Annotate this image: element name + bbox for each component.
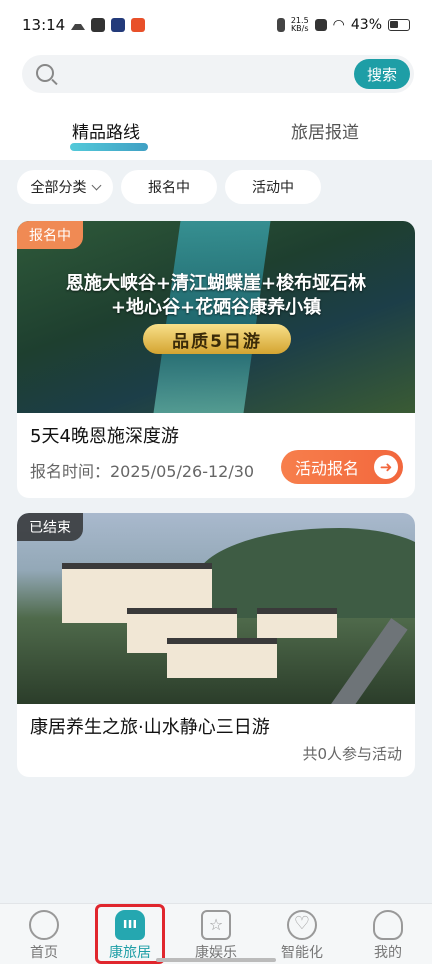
battery-icon bbox=[388, 19, 410, 31]
vibrate-icon bbox=[276, 18, 285, 32]
arrow-right-icon: ➜ bbox=[374, 455, 398, 479]
banner-route-line: +地心谷+花硒谷康养小镇 bbox=[110, 297, 322, 318]
activity-title: 康居养生之旅·山水静心三日游 bbox=[30, 717, 270, 738]
nav-home[interactable]: 首页 bbox=[8, 906, 80, 964]
nav-smart[interactable]: 智能化 bbox=[266, 906, 338, 964]
suitcase-icon bbox=[115, 910, 145, 940]
filter-registering[interactable]: 报名中 bbox=[121, 170, 217, 204]
search-icon bbox=[36, 64, 54, 82]
activity-banner-image bbox=[17, 513, 415, 704]
banner-route-line: 恩施大峡谷+清江蝴蝶崖+梭布垭石林 bbox=[65, 273, 367, 294]
activity-card[interactable]: 已结束 康居养生之旅·山水静心三日游 共0人参与活动 bbox=[17, 513, 415, 777]
heart-icon bbox=[287, 910, 317, 940]
filter-in-progress[interactable]: 活动中 bbox=[225, 170, 321, 204]
status-bar: 13:14 21.5 KB/s ◠ 43% bbox=[0, 0, 432, 50]
search-bar[interactable]: 搜索 bbox=[22, 55, 414, 93]
tab-underline bbox=[70, 143, 148, 151]
search-button[interactable]: 搜索 bbox=[354, 59, 410, 89]
tab-premium-routes[interactable]: 精品路线 bbox=[70, 118, 148, 151]
tab-travel-reports[interactable]: 旅居报道 bbox=[291, 118, 359, 143]
activity-title: 5天4晚恩施深度游 bbox=[30, 426, 179, 447]
nav-kanglvju[interactable]: 康旅居 bbox=[94, 906, 166, 964]
filter-all-categories[interactable]: 全部分类 bbox=[17, 170, 113, 204]
home-indicator bbox=[156, 958, 276, 962]
star-icon bbox=[201, 910, 231, 940]
home-icon bbox=[29, 910, 59, 940]
status-time: 13:14 bbox=[22, 16, 66, 34]
status-badge: 已结束 bbox=[17, 513, 83, 541]
activity-card[interactable]: 恩施大峡谷+清江蝴蝶崖+梭布垭石林 +地心谷+花硒谷康养小镇 品质5日游 报名中… bbox=[17, 221, 415, 498]
battery-percent: 43% bbox=[350, 17, 382, 33]
participant-count: 共0人参与活动 bbox=[302, 745, 402, 763]
nav-me[interactable]: 我的 bbox=[352, 906, 424, 964]
nav-kangyule[interactable]: 康娱乐 bbox=[180, 906, 252, 964]
chevron-down-icon bbox=[91, 180, 101, 190]
bottom-nav: 首页 康旅居 康娱乐 智能化 我的 bbox=[0, 903, 432, 964]
tab-bar: 精品路线 旅居报道 bbox=[0, 112, 432, 156]
activity-signup-button[interactable]: 活动报名 ➜ bbox=[281, 450, 403, 484]
user-icon bbox=[373, 910, 403, 940]
network-speed: 21.5 KB/s bbox=[290, 16, 309, 33]
app-icon bbox=[91, 18, 106, 32]
notification-icon bbox=[131, 18, 146, 32]
sim-off-icon bbox=[314, 19, 327, 31]
wifi-icon: ◠ bbox=[332, 17, 345, 33]
media-icon bbox=[111, 18, 126, 32]
crown-icon bbox=[71, 20, 86, 30]
header: 搜索 精品路线 旅居报道 bbox=[0, 50, 432, 160]
activity-banner-image: 恩施大峡谷+清江蝴蝶崖+梭布垭石林 +地心谷+花硒谷康养小镇 品质5日游 bbox=[17, 221, 415, 413]
status-badge: 报名中 bbox=[17, 221, 83, 249]
registration-date: 报名时间：2025/05/26-12/30 bbox=[30, 462, 255, 481]
banner-pill: 品质5日游 bbox=[143, 324, 291, 354]
filter-bar: 全部分类 报名中 活动中 bbox=[17, 170, 321, 204]
